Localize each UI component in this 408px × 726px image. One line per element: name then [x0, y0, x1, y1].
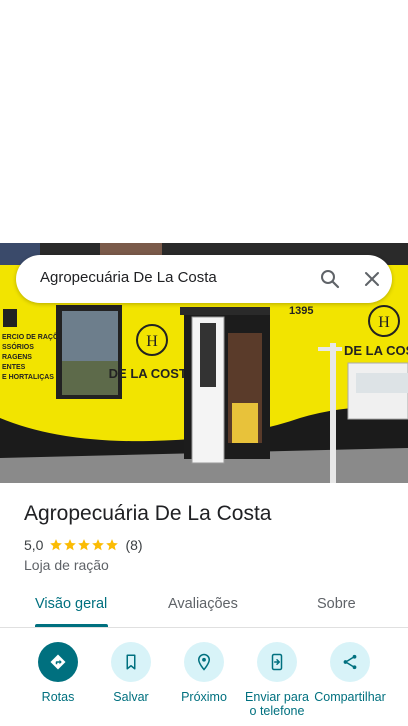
- bookmark-icon[interactable]: [111, 642, 151, 682]
- tab-overview[interactable]: Visão geral: [35, 596, 107, 612]
- storefront-name-right: DE LA COSTA: [344, 343, 408, 358]
- street-number: 1395: [289, 305, 313, 317]
- rating-row[interactable]: 5,0 (8): [24, 536, 143, 554]
- close-icon[interactable]: [360, 267, 384, 291]
- sign-line-2: SSÓRIOS: [2, 342, 34, 351]
- star-icon: [64, 539, 77, 551]
- sign-line-5: E HORTALIÇAS: [2, 374, 54, 381]
- share-button[interactable]: Compartilhar: [310, 642, 390, 704]
- search-bar[interactable]: Agropecuária De La Costa: [16, 255, 392, 303]
- send-to-phone-label: Enviar para o telefone: [245, 690, 309, 718]
- nearby-icon[interactable]: [184, 642, 224, 682]
- search-icon[interactable]: [318, 267, 342, 291]
- place-category: Loja de ração: [24, 557, 109, 573]
- directions-button[interactable]: Rotas: [18, 642, 98, 704]
- nearby-button[interactable]: Próximo: [164, 642, 244, 704]
- search-input[interactable]: Agropecuária De La Costa: [40, 269, 217, 286]
- star-icon: [92, 539, 105, 551]
- svg-text:H: H: [378, 314, 390, 331]
- place-title: Agropecuária De La Costa: [24, 502, 272, 525]
- star-icon: [106, 539, 119, 551]
- save-label: Salvar: [113, 690, 149, 704]
- share-icon[interactable]: [330, 642, 370, 682]
- rating-stars: [49, 538, 119, 552]
- star-icon: [78, 539, 91, 551]
- star-icon: [50, 539, 63, 551]
- nearby-label: Próximo: [181, 690, 227, 704]
- share-label: Compartilhar: [314, 690, 386, 704]
- review-count[interactable]: (8): [125, 537, 142, 553]
- storefront-name-center: DE LA COSTA: [109, 366, 196, 381]
- directions-label: Rotas: [41, 690, 75, 704]
- save-button[interactable]: Salvar: [91, 642, 171, 704]
- sign-line-4: ENTES: [2, 364, 26, 371]
- send-to-phone-icon[interactable]: [257, 642, 297, 682]
- sign-line-3: RAGENS: [2, 354, 32, 361]
- send-to-phone-button[interactable]: Enviar para o telefone: [237, 642, 317, 718]
- rating-value: 5,0: [24, 537, 44, 553]
- directions-icon[interactable]: [38, 642, 78, 682]
- tab-reviews[interactable]: Avaliações: [168, 596, 238, 612]
- tab-divider: [0, 627, 408, 628]
- place-screen: ERCIO DE RAÇÕES SSÓRIOS RAGENS ENTES E H…: [0, 0, 408, 726]
- tab-about[interactable]: Sobre: [317, 596, 356, 612]
- svg-text:H: H: [146, 333, 158, 350]
